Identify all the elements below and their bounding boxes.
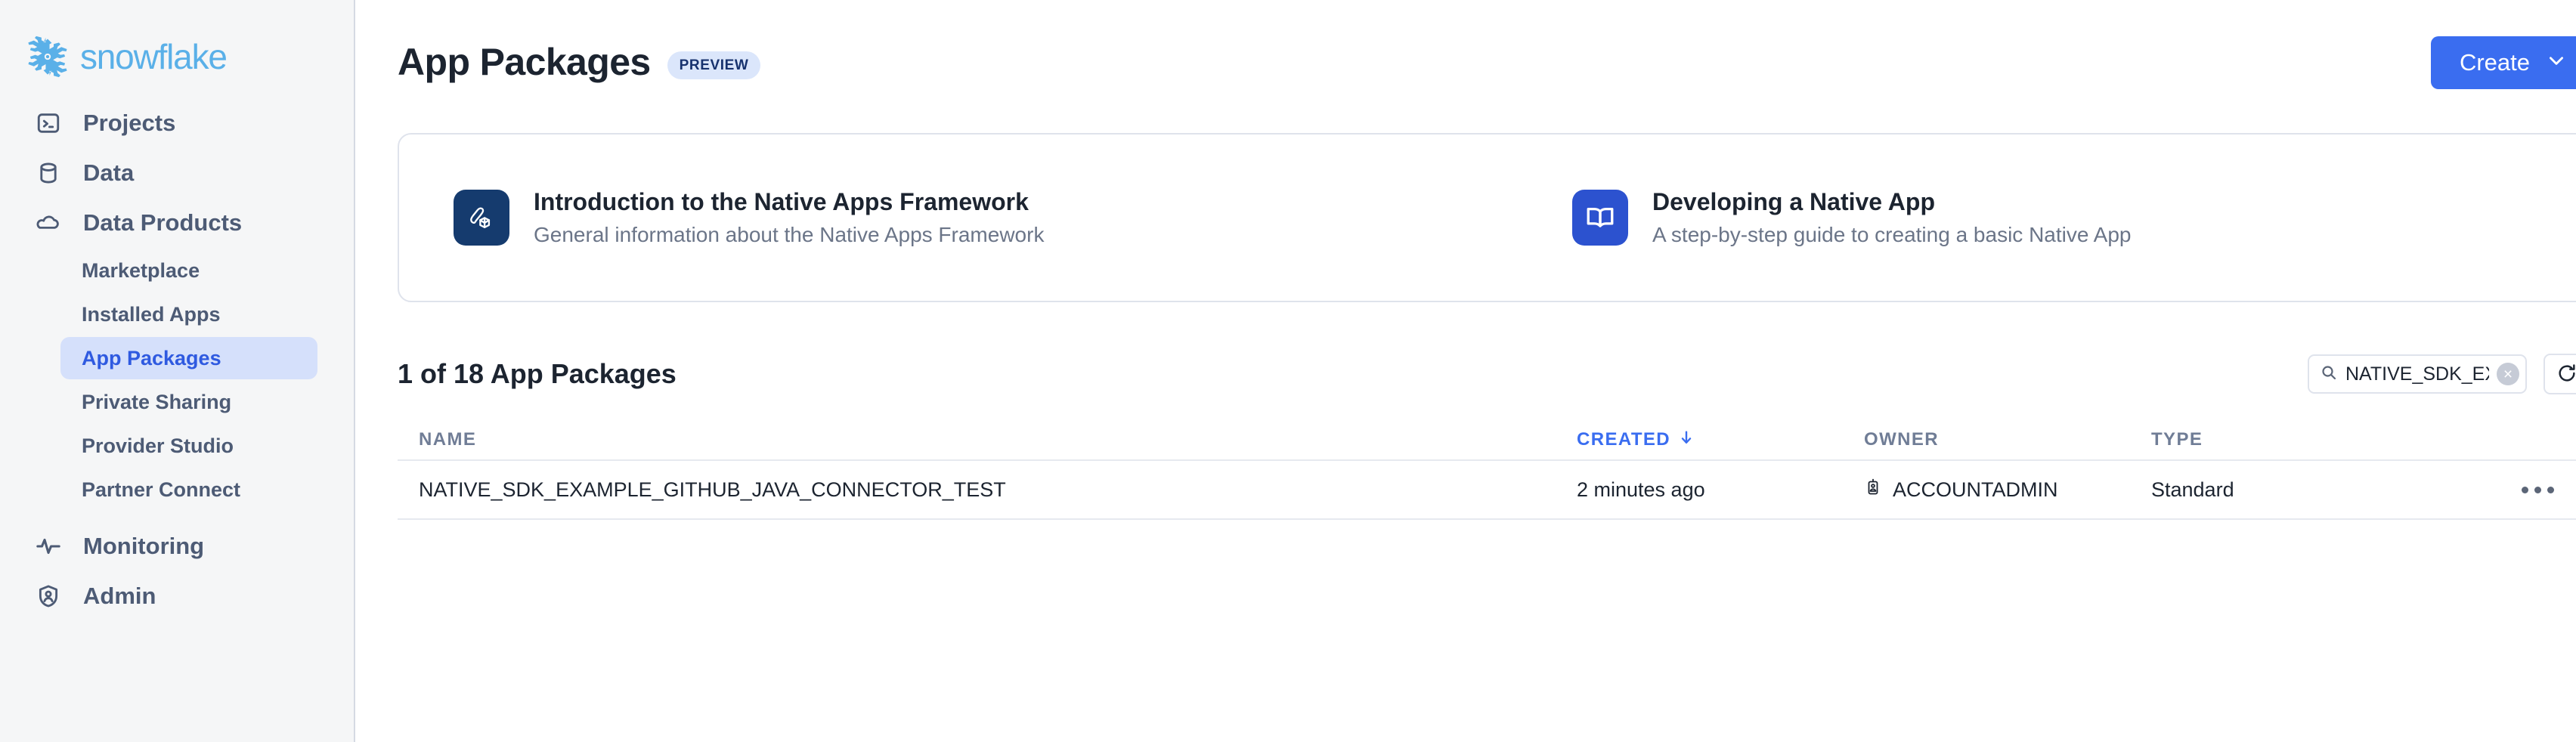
refresh-icon bbox=[2556, 363, 2576, 386]
table-row[interactable]: NATIVE_SDK_EXAMPLE_GITHUB_JAVA_CONNECTOR… bbox=[398, 459, 2576, 520]
sidebar-item-data[interactable]: Data bbox=[26, 150, 331, 196]
table-header-cell-type[interactable]: TYPE bbox=[2151, 429, 2514, 450]
card-text: Introduction to the Native Apps Framewor… bbox=[534, 188, 1044, 247]
sidebar-item-data-products[interactable]: Data Products bbox=[26, 199, 331, 246]
column-header-name: NAME bbox=[419, 429, 1577, 450]
snowflake-logo[interactable]: snowflake bbox=[0, 0, 354, 83]
database-icon bbox=[33, 158, 63, 188]
clear-search-button[interactable]: × bbox=[2497, 363, 2519, 385]
cloud-icon bbox=[33, 208, 63, 238]
nav-divider-gap bbox=[0, 512, 354, 520]
results-count-title: 1 of 18 App Packages bbox=[398, 358, 677, 390]
row-overflow-menu-icon[interactable] bbox=[2514, 479, 2562, 501]
card-developing-native-app[interactable]: Developing a Native App A step-by-step g… bbox=[1518, 188, 2132, 247]
table-header-cell-created[interactable]: CREATED bbox=[1577, 429, 1864, 451]
card-introduction-native-apps[interactable]: Introduction to the Native Apps Framewor… bbox=[399, 188, 1518, 247]
column-header-created: CREATED bbox=[1577, 429, 1864, 451]
sidebar-subitem-label: Marketplace bbox=[82, 259, 200, 283]
sidebar-item-label: Projects bbox=[83, 110, 175, 137]
cell-owner: ACCOUNTADMIN bbox=[1864, 478, 2151, 502]
cell-created: 2 minutes ago bbox=[1577, 478, 1864, 502]
cell-name: NATIVE_SDK_EXAMPLE_GITHUB_JAVA_CONNECTOR… bbox=[398, 478, 1577, 502]
card-title: Introduction to the Native Apps Framewor… bbox=[534, 188, 1044, 216]
sidebar-item-installed-apps[interactable]: Installed Apps bbox=[60, 293, 317, 335]
sidebar-subitem-label: App Packages bbox=[82, 347, 221, 370]
app-root: snowflake Projects bbox=[0, 0, 2576, 742]
card-title: Developing a Native App bbox=[1652, 188, 2132, 216]
card-subtitle: General information about the Native App… bbox=[534, 223, 1044, 247]
table-header-cell-name[interactable]: NAME bbox=[398, 429, 1577, 450]
sort-desc-arrow-icon bbox=[1678, 429, 1695, 451]
card-text: Developing a Native App A step-by-step g… bbox=[1652, 188, 2132, 247]
search-input[interactable]: NATIVE_SDK_EXA × bbox=[2308, 354, 2527, 394]
package-name: NATIVE_SDK_EXAMPLE_GITHUB_JAVA_CONNECTOR… bbox=[419, 478, 1006, 501]
book-icon bbox=[1572, 190, 1628, 246]
sidebar-item-label: Data bbox=[83, 159, 134, 187]
sidebar-item-label: Data Products bbox=[83, 209, 242, 237]
sidebar-item-marketplace[interactable]: Marketplace bbox=[60, 249, 317, 292]
sidebar-subitem-label: Installed Apps bbox=[82, 303, 221, 326]
search-input-value: NATIVE_SDK_EXA bbox=[2345, 363, 2489, 385]
sidebar-item-admin[interactable]: Admin bbox=[26, 573, 331, 620]
sidebar: snowflake Projects bbox=[0, 0, 355, 742]
package-created: 2 minutes ago bbox=[1577, 478, 1705, 501]
column-header-type: TYPE bbox=[2151, 429, 2514, 450]
results-bar: 1 of 18 App Packages NATIVE_SDK_EXA × bbox=[398, 354, 2576, 394]
sidebar-item-partner-connect[interactable]: Partner Connect bbox=[60, 468, 317, 511]
sidebar-item-monitoring[interactable]: Monitoring bbox=[26, 523, 331, 570]
app-packages-table: NAME CREATED OWNER bbox=[398, 420, 2576, 520]
column-header-created-label: CREATED bbox=[1577, 429, 1670, 450]
package-owner-label: ACCOUNTADMIN bbox=[1893, 478, 2058, 502]
table-header-row: NAME CREATED OWNER bbox=[398, 420, 2576, 459]
sidebar-subitem-label: Provider Studio bbox=[82, 434, 234, 458]
sidebar-subitem-label: Private Sharing bbox=[82, 391, 231, 414]
card-subtitle: A step-by-step guide to creating a basic… bbox=[1652, 223, 2132, 247]
main-content: App Packages PREVIEW Create bbox=[355, 0, 2576, 742]
sidebar-item-provider-studio[interactable]: Provider Studio bbox=[60, 425, 317, 467]
native-app-icon bbox=[454, 190, 509, 246]
preview-badge: PREVIEW bbox=[667, 51, 761, 79]
refresh-button[interactable] bbox=[2543, 354, 2576, 394]
sidebar-item-private-sharing[interactable]: Private Sharing bbox=[60, 381, 317, 423]
create-button-label: Create bbox=[2460, 49, 2530, 76]
kebab-dot bbox=[2547, 487, 2554, 493]
cell-actions bbox=[2514, 479, 2576, 501]
shield-user-icon bbox=[33, 581, 63, 611]
column-header-owner: OWNER bbox=[1864, 429, 2151, 450]
sidebar-item-app-packages[interactable]: App Packages bbox=[60, 337, 317, 379]
info-cards-container: Introduction to the Native Apps Framewor… bbox=[398, 133, 2576, 302]
role-badge-icon bbox=[1864, 478, 1882, 502]
table-tools: NATIVE_SDK_EXA × bbox=[2308, 354, 2576, 394]
sidebar-item-label: Monitoring bbox=[83, 533, 204, 560]
sidebar-item-label: Admin bbox=[83, 583, 156, 610]
sidebar-subitem-label: Partner Connect bbox=[82, 478, 240, 502]
snowflake-logo-icon bbox=[26, 35, 70, 79]
package-owner: ACCOUNTADMIN bbox=[1864, 478, 2151, 502]
sidebar-nav: Projects Data Data Products bbox=[0, 100, 354, 620]
terminal-icon bbox=[33, 108, 63, 138]
page-title: App Packages bbox=[398, 40, 651, 84]
search-icon bbox=[2320, 363, 2338, 385]
sidebar-item-projects[interactable]: Projects bbox=[26, 100, 331, 147]
package-type: Standard bbox=[2151, 478, 2234, 501]
kebab-dot bbox=[2534, 487, 2541, 493]
table-header-cell-owner[interactable]: OWNER bbox=[1864, 429, 2151, 450]
chevron-down-icon bbox=[2547, 49, 2566, 76]
kebab-dot bbox=[2522, 487, 2528, 493]
page-header: App Packages PREVIEW Create bbox=[355, 0, 2576, 89]
activity-icon bbox=[33, 531, 63, 561]
cell-type: Standard bbox=[2151, 478, 2514, 502]
snowflake-logo-text: snowflake bbox=[80, 39, 227, 74]
create-button[interactable]: Create bbox=[2431, 36, 2576, 89]
